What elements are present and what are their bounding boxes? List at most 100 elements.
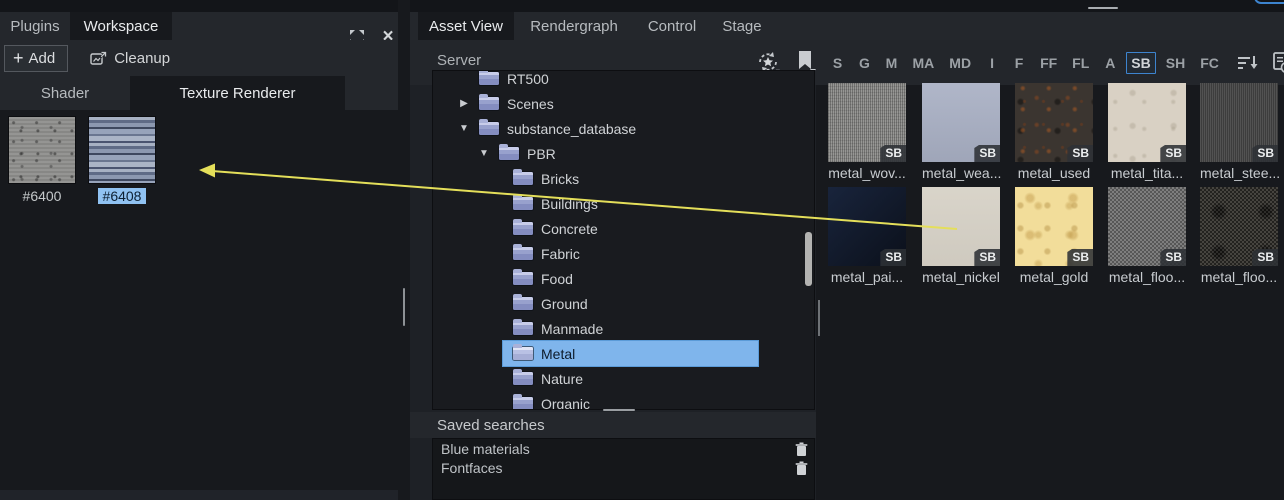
asset-thumbnail[interactable]: SB [1108,187,1186,266]
tree-item-manmade[interactable]: Manmade [433,316,814,341]
tree-scrollbar-thumb[interactable] [805,232,812,286]
filter-sh[interactable]: SH [1161,52,1190,74]
tree-item-concrete[interactable]: Concrete [433,216,814,241]
document-info-icon[interactable] [1270,49,1284,77]
filter-fc[interactable]: FC [1195,52,1224,74]
folder-icon [513,297,533,310]
filter-md[interactable]: MD [944,52,976,74]
filter-g[interactable]: G [854,52,876,74]
asset-name: metal_wea... [922,165,1000,181]
asset-tile[interactable]: SB metal_floo... [1200,187,1278,285]
trash-icon[interactable] [794,460,808,476]
asset-thumbnail[interactable]: SB [1108,83,1186,162]
folder-icon [499,147,519,160]
saved-searches-list[interactable]: Blue materials Fontfaces [432,438,815,500]
tab-shader[interactable]: Shader [0,76,130,110]
tree-item-bricks[interactable]: Bricks [433,166,814,191]
plus-icon: + [13,49,24,67]
substance-badge: SB [974,249,1000,266]
substance-badge: SB [1160,145,1186,162]
asset-name: metal_pai... [828,269,906,285]
tree-item[interactable]: RT500 [433,70,814,91]
tree-item-scenes[interactable]: ▶ Scenes [433,91,814,116]
left-panel-bottom-strip [0,490,398,500]
asset-name: metal_used [1015,165,1093,181]
asset-thumbnail[interactable]: SB [1015,83,1093,162]
tree-item-metal-selected[interactable]: Metal [433,341,814,366]
folder-icon [513,172,533,185]
tree-item-organic[interactable]: Organic [433,391,814,410]
folder-icon [513,197,533,210]
filter-s[interactable]: S [827,52,849,74]
asset-tile[interactable]: SB metal_gold [1015,187,1093,285]
asset-thumbnail[interactable]: SB [1200,187,1278,266]
tab-texture-renderer[interactable]: Texture Renderer [130,76,345,110]
substance-badge: SB [1252,145,1278,162]
tree-item-fabric[interactable]: Fabric [433,241,814,266]
tab-control[interactable]: Control [634,12,710,40]
filter-ma[interactable]: MA [908,52,940,74]
asset-tile[interactable]: SB metal_stee... [1200,83,1278,181]
top-window-strip [0,0,1284,12]
folder-icon [513,322,533,335]
splitter-handle[interactable] [603,409,635,411]
tab-asset-view[interactable]: Asset View [418,12,514,40]
substance-badge: SB [1067,249,1093,266]
tree-item-buildings[interactable]: Buildings [433,191,814,216]
asset-tile[interactable]: SB metal_used [1015,83,1093,181]
substance-badge: SB [1252,249,1278,266]
tab-stage[interactable]: Stage [710,12,774,40]
tab-rendergraph[interactable]: Rendergraph [514,12,634,40]
asset-name: metal_gold [1015,269,1093,285]
asset-thumbnail[interactable]: SB [828,187,906,266]
splitter-handle[interactable] [818,300,820,336]
splitter-handle[interactable] [403,288,405,326]
tree-item-pbr[interactable]: ▼ PBR [433,141,814,166]
tree-item-nature[interactable]: Nature [433,366,814,391]
filter-a[interactable]: A [1099,52,1121,74]
filter-m[interactable]: M [881,52,903,74]
tree-item-ground[interactable]: Ground [433,291,814,316]
folder-icon [513,247,533,260]
sort-icon[interactable] [1236,49,1260,77]
filter-fl[interactable]: FL [1067,52,1094,74]
folder-icon [479,122,499,135]
asset-thumbnail[interactable]: SB [1200,83,1278,162]
texture-thumbnail-6408[interactable] [88,116,156,184]
folder-icon [479,72,499,85]
texture-renderer-canvas[interactable]: #6400 #6408 [0,110,398,490]
add-button[interactable]: + Add [4,45,68,72]
filter-i[interactable]: I [981,52,1003,74]
asset-tile[interactable]: SB metal_floo... [1108,187,1186,285]
asset-thumbnail[interactable]: SB [922,187,1000,266]
folder-icon [513,347,533,360]
tree-item-food[interactable]: Food [433,266,814,291]
saved-search-row[interactable]: Blue materials [433,439,814,458]
tab-plugins[interactable]: Plugins [0,12,70,40]
asset-thumbnail[interactable]: SB [1015,187,1093,266]
vertical-splitter[interactable] [398,0,410,500]
asset-tile[interactable]: SB metal_pai... [828,187,906,285]
folder-icon [479,97,499,110]
texture-id-label: #6400 [18,188,67,204]
filter-sb-active[interactable]: SB [1126,52,1155,74]
asset-thumbnail[interactable]: SB [922,83,1000,162]
texture-thumbnail-6400[interactable] [8,116,76,184]
asset-tile[interactable]: SB metal_nickel [922,187,1000,285]
trash-icon[interactable] [794,441,808,457]
asset-thumbnail[interactable]: SB [828,83,906,162]
left-panel-toolbar: + Add Cleanup [0,40,398,76]
folder-icon [513,222,533,235]
tab-workspace[interactable]: Workspace [70,12,172,40]
asset-tile[interactable]: SB metal_wov... [828,83,906,181]
saved-search-row[interactable]: Fontfaces [433,458,814,477]
asset-tile[interactable]: SB metal_wea... [922,83,1000,181]
splitter-handle[interactable] [1088,7,1118,9]
asset-tile[interactable]: SB metal_tita... [1108,83,1186,181]
server-tree[interactable]: RT500 ▶ Scenes ▼ substance_database ▼ [432,70,815,410]
tree-item-substance-database[interactable]: ▼ substance_database [433,116,814,141]
filter-f[interactable]: F [1008,52,1030,74]
cleanup-button[interactable]: Cleanup [82,45,178,72]
folder-icon [513,272,533,285]
filter-ff[interactable]: FF [1035,52,1062,74]
